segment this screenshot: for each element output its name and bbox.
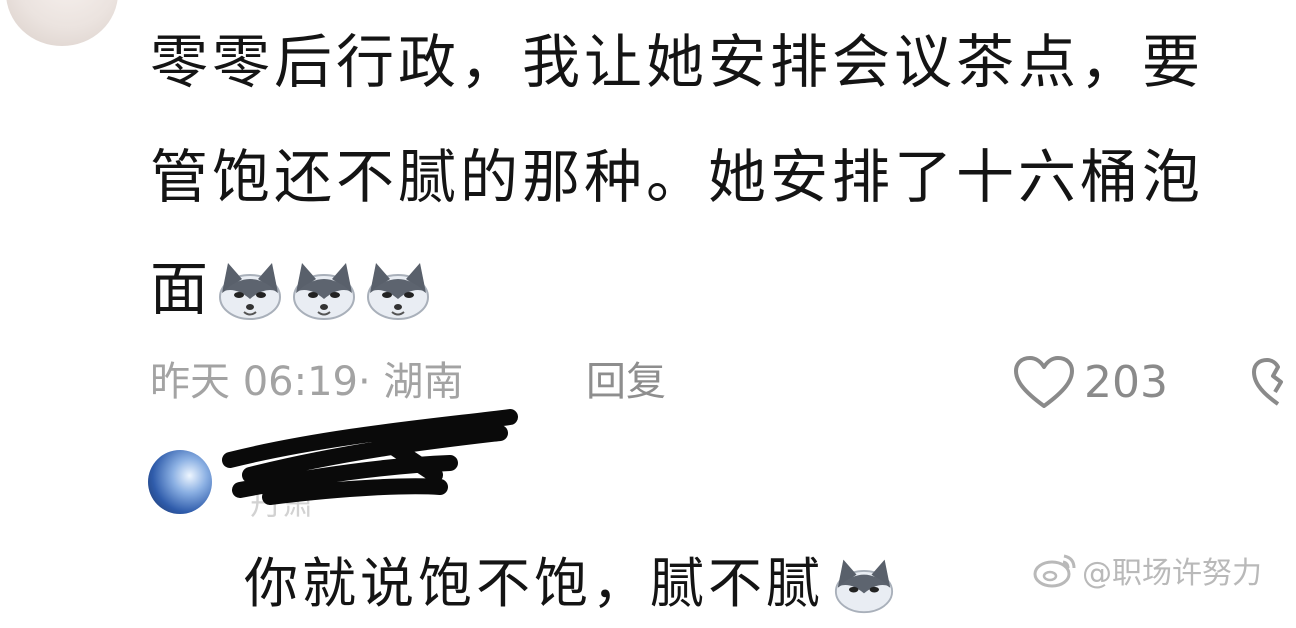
like-button[interactable]: 203: [1012, 350, 1168, 414]
husky-icon: [362, 257, 434, 321]
husky-icon: [830, 554, 898, 614]
like-count: 203: [1084, 356, 1168, 408]
husky-icon: [288, 257, 360, 321]
redaction-scribble: [222, 409, 518, 505]
comment-location: · 湖南: [358, 359, 464, 405]
commenter-avatar[interactable]: [6, 0, 118, 46]
comment-text-line-2: 管饱还不腻的那种。她安排了十六桶泡: [150, 143, 1205, 211]
reply-avatar[interactable]: [148, 450, 212, 514]
broken-heart-icon[interactable]: [1250, 356, 1296, 408]
comment-text-line-3: 面: [150, 257, 436, 321]
comment-timestamp: 昨天 06:19: [150, 359, 358, 405]
reply-text-content: 你就说饱不饱，腻不腻: [244, 552, 824, 615]
heart-icon: [1014, 356, 1074, 408]
emoji-row: [214, 257, 436, 321]
weibo-icon: [1033, 554, 1076, 588]
watermark: @职场许努力: [1032, 548, 1262, 592]
comment-text-line-1: 零零后行政，我让她安排会议茶点，要: [150, 28, 1205, 96]
comment-meta: 昨天 06:19 · 湖南: [150, 352, 463, 412]
comment-text-tail: 面: [150, 255, 213, 323]
watermark-text: @职场许努力: [1082, 556, 1262, 591]
reply-text: 你就说饱不饱，腻不腻: [244, 552, 900, 616]
husky-icon: [214, 257, 286, 321]
reply-button[interactable]: 回复: [586, 352, 666, 412]
